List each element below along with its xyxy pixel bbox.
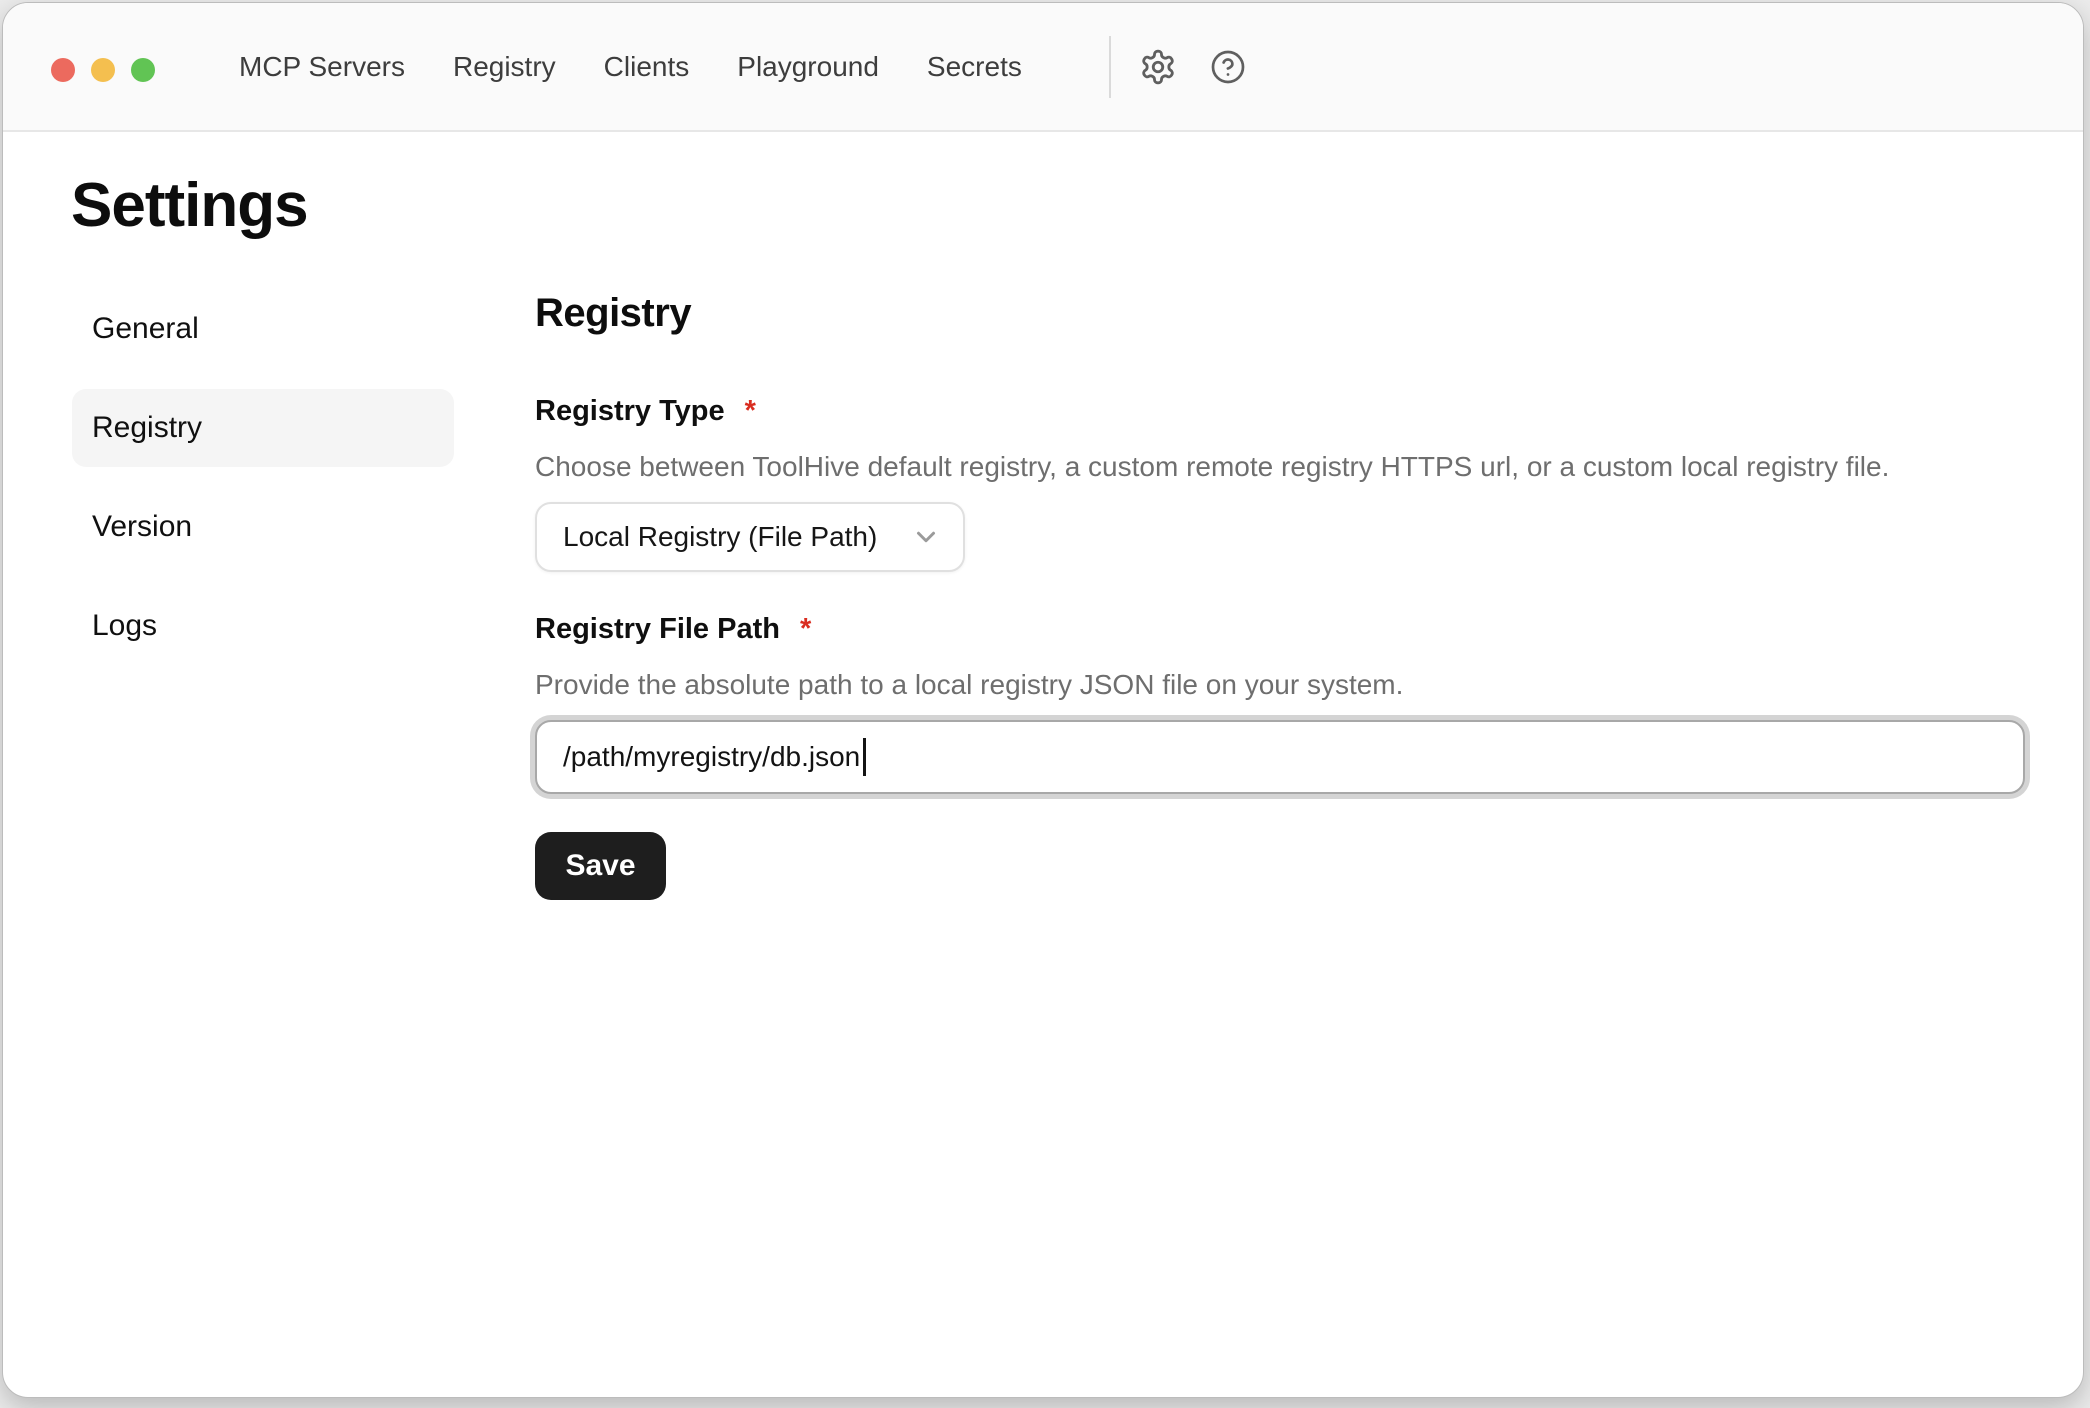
sidebar-item-general[interactable]: General bbox=[72, 290, 454, 368]
gear-icon bbox=[1139, 48, 1177, 86]
sidebar-item-registry[interactable]: Registry bbox=[72, 389, 454, 467]
registry-type-description: Choose between ToolHive default registry… bbox=[535, 448, 2025, 486]
nav-tab-playground[interactable]: Playground bbox=[737, 51, 879, 83]
app-window: MCP Servers Registry Clients Playground … bbox=[2, 2, 2084, 1398]
page-title: Settings bbox=[71, 175, 308, 237]
help-button[interactable] bbox=[1205, 44, 1251, 90]
zoom-button[interactable] bbox=[131, 58, 155, 82]
text-caret bbox=[863, 738, 866, 776]
required-asterisk: * bbox=[800, 610, 811, 648]
required-asterisk: * bbox=[745, 392, 756, 430]
traffic-lights bbox=[51, 58, 155, 82]
registry-file-path-description: Provide the absolute path to a local reg… bbox=[535, 666, 2025, 704]
top-nav: MCP Servers Registry Clients Playground … bbox=[239, 3, 1022, 130]
titlebar-divider bbox=[1109, 36, 1111, 98]
sidebar-item-logs[interactable]: Logs bbox=[72, 587, 454, 665]
minimize-button[interactable] bbox=[91, 58, 115, 82]
registry-type-select[interactable]: Local Registry (File Path) bbox=[535, 502, 965, 572]
titlebar: MCP Servers Registry Clients Playground … bbox=[3, 3, 2083, 132]
sidebar-item-version[interactable]: Version bbox=[72, 488, 454, 566]
registry-file-path-value: /path/myregistry/db.json bbox=[563, 741, 860, 773]
registry-type-label: Registry Type bbox=[535, 392, 725, 430]
save-button[interactable]: Save bbox=[535, 832, 666, 900]
nav-tab-secrets[interactable]: Secrets bbox=[927, 51, 1022, 83]
registry-file-path-input[interactable]: /path/myregistry/db.json bbox=[535, 720, 2025, 794]
settings-sidebar: General Registry Version Logs bbox=[72, 290, 454, 686]
close-button[interactable] bbox=[51, 58, 75, 82]
settings-gear-button[interactable] bbox=[1135, 44, 1181, 90]
registry-type-select-value: Local Registry (File Path) bbox=[563, 521, 877, 553]
nav-tab-registry[interactable]: Registry bbox=[453, 51, 556, 83]
chevron-down-icon bbox=[911, 522, 941, 552]
titlebar-actions bbox=[1109, 3, 1251, 130]
help-icon bbox=[1210, 49, 1246, 85]
nav-tab-clients[interactable]: Clients bbox=[604, 51, 690, 83]
registry-settings-panel: Registry Registry Type * Choose between … bbox=[535, 290, 2025, 900]
nav-tab-mcp-servers[interactable]: MCP Servers bbox=[239, 51, 405, 83]
registry-file-path-label: Registry File Path bbox=[535, 610, 780, 648]
section-heading: Registry bbox=[535, 290, 2025, 336]
